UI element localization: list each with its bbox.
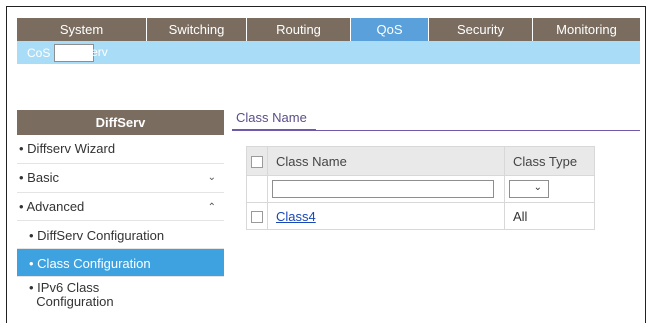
sidebar-item-label: • DiffServ Configuration xyxy=(29,228,165,243)
sidebar-item-diffserv-wizard[interactable]: • Diffserv Wizard xyxy=(17,135,224,164)
section-title-underline xyxy=(232,129,316,131)
class-name-filter-input[interactable] xyxy=(272,180,494,198)
select-all-checkbox[interactable] xyxy=(251,156,263,169)
class-type-filter-select[interactable]: ⌄ xyxy=(509,180,549,198)
sidebar-item-label: • Class Configuration xyxy=(29,256,151,271)
class-table: Class Name Class Type ⌄ Class4 All xyxy=(246,146,595,230)
select-all-cell xyxy=(246,146,268,176)
tab-qos[interactable]: QoS xyxy=(351,18,429,41)
row-checkbox-cell xyxy=(246,202,268,230)
class-name-cell: Class4 xyxy=(267,202,505,230)
class-name-link[interactable]: Class4 xyxy=(276,209,316,224)
chevron-down-icon: ⌄ xyxy=(207,172,216,183)
row-checkbox[interactable] xyxy=(251,211,263,224)
table-header-row: Class Name Class Type xyxy=(246,146,595,176)
section-title: Class Name xyxy=(236,110,307,125)
subnav-cos[interactable]: CoS xyxy=(17,46,50,60)
filter-checkbox-cell xyxy=(246,175,268,203)
chevron-down-icon: ⌄ xyxy=(533,182,542,193)
tab-routing[interactable]: Routing xyxy=(247,18,351,41)
sidebar-item-label: • Advanced xyxy=(19,199,85,214)
tab-monitoring[interactable]: Monitoring xyxy=(533,18,640,41)
sidebar-item-label: • IPv6 Class Configuration xyxy=(29,280,114,309)
column-header-class-name[interactable]: Class Name xyxy=(267,146,505,176)
sidebar-header: DiffServ xyxy=(17,110,224,135)
sidebar-item-ipv6-class-configuration[interactable]: • IPv6 Class Configuration xyxy=(17,277,224,313)
filter-class-type-cell: ⌄ xyxy=(504,175,595,203)
sidebar-item-advanced[interactable]: • Advanced ⌃ xyxy=(17,193,224,221)
filter-class-name-cell xyxy=(267,175,505,203)
table-row: Class4 All xyxy=(246,202,595,230)
tab-system[interactable]: System xyxy=(17,18,147,41)
sidebar: DiffServ • Diffserv Wizard • Basic ⌄ • A… xyxy=(17,110,224,313)
sidebar-item-label: • Diffserv Wizard xyxy=(19,141,116,156)
tab-security[interactable]: Security xyxy=(429,18,533,41)
top-nav: System Switching Routing QoS Security Mo… xyxy=(17,18,640,41)
sidebar-item-diffserv-configuration[interactable]: • DiffServ Configuration xyxy=(17,221,224,249)
column-header-class-type[interactable]: Class Type xyxy=(504,146,595,176)
tab-switching[interactable]: Switching xyxy=(147,18,247,41)
sub-nav: CoS DiffServ xyxy=(17,41,640,64)
filter-row: ⌄ xyxy=(246,175,595,203)
chevron-up-icon: ⌃ xyxy=(207,202,216,213)
sidebar-item-basic[interactable]: • Basic ⌄ xyxy=(17,164,224,193)
subnav-diffserv[interactable]: DiffServ xyxy=(54,43,108,62)
sidebar-item-class-configuration[interactable]: • Class Configuration xyxy=(17,249,224,277)
class-type-cell: All xyxy=(504,202,595,230)
sidebar-item-label: • Basic xyxy=(19,170,59,185)
